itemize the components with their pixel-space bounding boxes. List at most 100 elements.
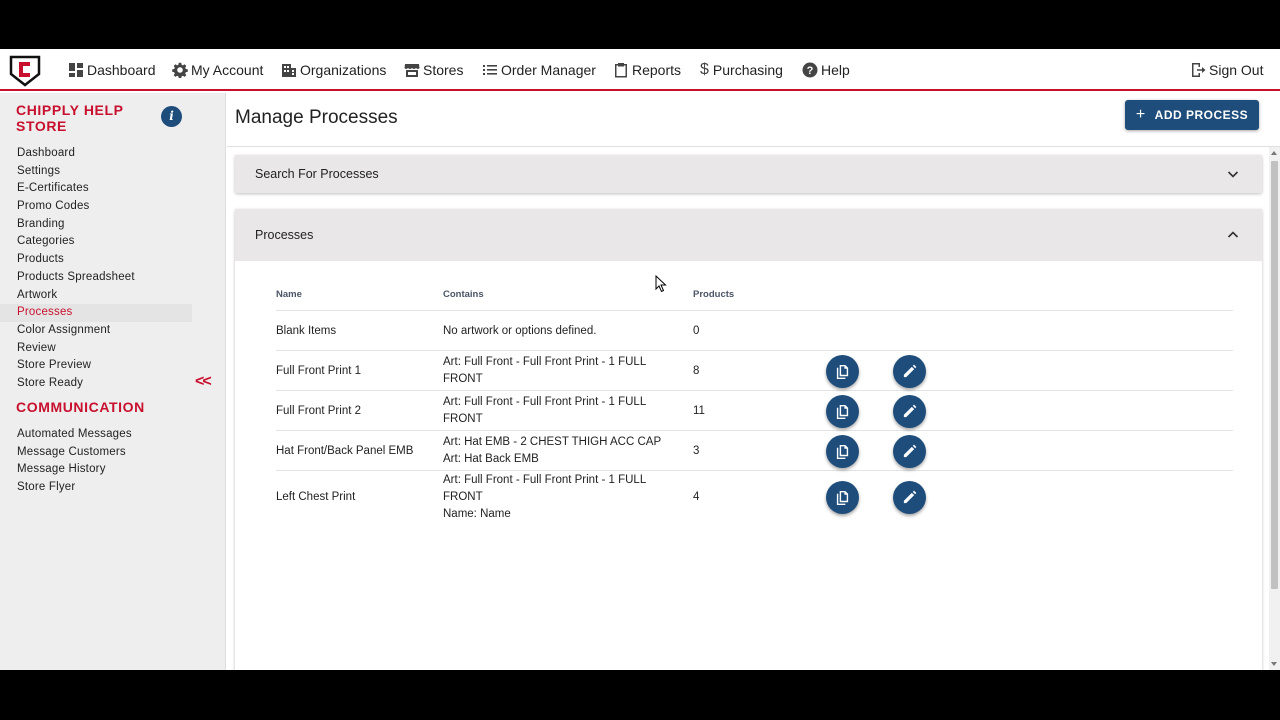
sidebar-item-categories[interactable]: Categories [0,233,192,251]
nav-help-label: Help [821,62,850,78]
pencil-icon [903,444,917,458]
table-row: Blank Items No artwork or options defined… [276,311,1233,351]
sidebar-item-products-spreadsheet[interactable]: Products Spreadsheet [0,269,192,287]
process-name: Hat Front/Back Panel EMB [276,445,414,457]
sidebar-item-color-assignment[interactable]: Color Assignment [0,322,192,340]
table-row: Left Chest Print Art: Full Front - Full F… [276,471,1233,523]
sign-out-icon [1192,63,1206,77]
col-name-header[interactable]: Name [276,289,302,300]
info-button[interactable]: i [161,106,182,127]
contains-line: Art: Hat EMB - 2 CHEST THIGH ACC CAP [443,436,662,448]
pencil-icon [903,404,917,418]
table-row: Hat Front/Back Panel EMB Art: Hat EMB - 2… [276,431,1233,471]
plus-icon: + [1135,106,1146,123]
chevron-down-icon [1227,171,1239,178]
copy-process-button[interactable] [826,355,859,388]
col-products-header[interactable]: Products [693,289,734,300]
sidebar-item-review[interactable]: Review [0,340,192,358]
nav-my-account-label: My Account [191,62,264,78]
contains-line: Name: Name [443,507,511,520]
processes-panel: Processes Name Contains Products Blank I… [235,209,1262,670]
process-name: Left Chest Print [276,491,356,503]
contains-line: Art: Full Front - Full Front Print - 1 F… [443,473,646,503]
sidebar-item-store-ready[interactable]: Store Ready [0,375,192,393]
search-panel-title: Search For Processes [255,167,379,181]
scroll-down-arrow[interactable] [1271,662,1277,666]
add-process-button[interactable]: + ADD PROCESS [1125,100,1259,130]
copy-icon [836,490,849,505]
processes-panel-header[interactable]: Processes [235,209,1262,261]
nav-reports[interactable]: Reports [613,60,681,80]
process-contains: Art: Full Front - Full Front Print - 1 F… [443,354,673,388]
page-scrollbar[interactable] [1269,147,1280,670]
nav-purchasing-label: Purchasing [712,62,783,78]
scroll-up-arrow[interactable] [1271,151,1277,155]
copy-process-button[interactable] [826,481,859,514]
sidebar-item-e-certificates[interactable]: E-Certificates [0,180,192,198]
table-row: Full Front Print 1 Art: Full Front - Full… [276,351,1233,391]
processes-table: Name Contains Products Blank Items No art… [276,277,1233,523]
nav-dashboard[interactable]: Dashboard [68,60,156,80]
chipply-logo[interactable] [8,54,42,88]
processes-panel-title: Processes [255,228,314,242]
gear-icon [172,62,188,78]
collapse-sidebar-button[interactable]: << [195,373,212,391]
nav-order-manager-label: Order Manager [501,62,596,78]
add-process-label: ADD PROCESS [1154,108,1249,122]
sign-out-button[interactable]: Sign Out [1190,60,1263,80]
col-contains-header[interactable]: Contains [443,289,484,300]
edit-process-button[interactable] [893,435,926,468]
search-panel: Search For Processes [235,155,1262,193]
copy-icon [836,404,849,419]
header-divider [227,146,1280,147]
nav-order-manager[interactable]: Order Manager [482,60,596,80]
sidebar-item-promo-codes[interactable]: Promo Codes [0,198,192,216]
sidebar-item-message-customers[interactable]: Message Customers [0,444,192,462]
dashboard-icon [69,63,83,77]
sidebar-item-store-flyer[interactable]: Store Flyer [0,479,192,497]
copy-process-button[interactable] [826,435,859,468]
sidebar-item-branding[interactable]: Branding [0,216,192,234]
nav-organizations[interactable]: Organizations [281,60,386,80]
search-panel-header[interactable]: Search For Processes [235,155,1262,193]
top-navbar: Dashboard My Account Organizations Store… [0,49,1280,91]
sidebar-item-products[interactable]: Products [0,251,192,269]
table-header: Name Contains Products [276,277,1233,311]
app-window: Dashboard My Account Organizations Store… [0,49,1280,670]
sidebar-item-processes[interactable]: Processes [0,304,192,322]
sidebar-item-settings[interactable]: Settings [0,163,192,181]
sidebar-item-store-preview[interactable]: Store Preview [0,357,192,375]
contains-line: No artwork or options defined. [443,324,597,337]
copy-process-button[interactable] [826,395,859,428]
sidebar-item-message-history[interactable]: Message History [0,461,192,479]
sidebar-item-dashboard[interactable]: Dashboard [0,145,192,163]
process-contains: Art: Full Front - Full Front Print - 1 F… [443,472,673,523]
contains-line: Art: Full Front - Full Front Print - 1 F… [443,396,646,425]
table-row: Full Front Print 2 Art: Full Front - Full… [276,391,1233,431]
contains-line: Art: Hat Back EMB [443,453,539,465]
process-contains: No artwork or options defined. [443,323,673,340]
nav-help[interactable]: ? Help [802,60,850,80]
pencil-icon [903,490,917,504]
nav-stores[interactable]: Stores [404,60,463,80]
clipboard-icon [615,63,627,78]
process-products-count: 0 [693,325,700,337]
list-icon [483,65,497,75]
edit-process-button[interactable] [893,481,926,514]
pencil-icon [903,364,917,378]
process-name: Full Front Print 1 [276,365,361,377]
process-products-count: 3 [693,445,700,457]
edit-process-button[interactable] [893,355,926,388]
nav-purchasing[interactable]: $ Purchasing [700,60,783,80]
sign-out-label: Sign Out [1209,62,1264,78]
chevron-up-icon [1227,231,1239,238]
sidebar: CHIPPLY HELP STORE i Dashboard Settings E-… [0,93,226,670]
page-title: Manage Processes [235,107,398,128]
edit-process-button[interactable] [893,395,926,428]
nav-my-account[interactable]: My Account [172,60,263,80]
sidebar-item-artwork[interactable]: Artwork [0,287,192,305]
nav-organizations-label: Organizations [300,62,387,78]
scroll-thumb[interactable] [1271,161,1278,589]
svg-text:?: ? [807,65,814,77]
sidebar-item-automated-messages[interactable]: Automated Messages [0,426,192,444]
